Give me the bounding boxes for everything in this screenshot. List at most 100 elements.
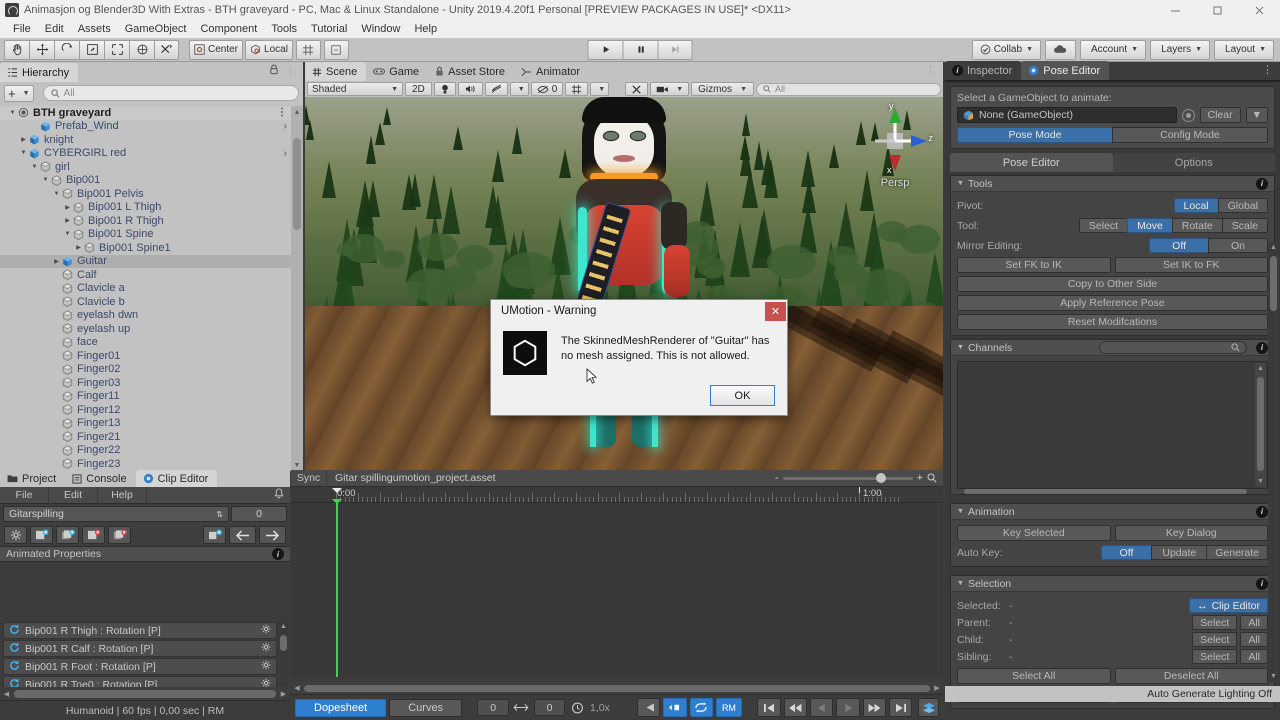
cloud-icon[interactable] (1045, 39, 1076, 60)
hierarchy-item-bip001-spine1[interactable]: ▶ Bip001 Spine1 (0, 241, 303, 255)
new-clip-icon[interactable] (203, 526, 226, 544)
chevron-down-icon[interactable]: ▼ (19, 150, 28, 156)
rect-tool[interactable] (104, 39, 129, 60)
minimize-icon[interactable] (1154, 0, 1196, 20)
scroll-up-icon[interactable]: ▲ (278, 621, 289, 632)
bell-icon[interactable] (268, 488, 290, 502)
select-all-button[interactable]: Select All (957, 668, 1111, 684)
kebab-icon[interactable]: ⋮ (285, 63, 296, 82)
menu-edit[interactable]: Edit (38, 20, 71, 38)
tab-animator[interactable]: Animator (514, 62, 590, 81)
hierarchy-item-guitar[interactable]: ▶ Guitar (0, 254, 303, 268)
channels-hscroll-thumb[interactable] (964, 489, 1247, 494)
hierarchy-tree[interactable]: ▼ BTH graveyard ⋮ Prefab_Wind › ▶ knight ▼ CYBER… (0, 106, 303, 471)
selection-section-header[interactable]: ▼ Selection i (951, 576, 1274, 592)
chevron-right-icon[interactable]: ▶ (63, 217, 72, 224)
hierarchy-item-cybergirl-red[interactable]: ▼ CYBERGIRL red › (0, 147, 303, 161)
range-field[interactable]: 0 (533, 699, 566, 716)
pivot-local-button[interactable]: Local (1173, 198, 1218, 213)
tab-scene[interactable]: Scene (305, 62, 367, 81)
chevron-down-icon[interactable]: ▼ (52, 191, 61, 197)
scale-tool[interactable] (79, 39, 104, 60)
next-arrow-icon[interactable] (259, 526, 286, 544)
parent-all-button[interactable]: All (1240, 615, 1268, 630)
hierarchy-item-bip001-pelvis[interactable]: ▼ Bip001 Pelvis (0, 187, 303, 201)
prefab-open-icon[interactable]: › (284, 121, 287, 132)
chevron-right-icon[interactable]: ▶ (52, 258, 61, 265)
bulb-icon[interactable] (433, 82, 456, 96)
layers-icon[interactable] (918, 698, 940, 717)
property-settings-icon[interactable] (261, 642, 271, 655)
grid-icon[interactable] (565, 82, 589, 96)
root-motion-icon[interactable]: RM (715, 698, 743, 717)
timeline-ruler[interactable]: 0:00 1:00 (291, 487, 943, 503)
menu-tools[interactable]: Tools (264, 20, 304, 38)
property-settings-icon[interactable] (261, 624, 271, 637)
pose-editor-scrollbar[interactable]: ▲ ▼ (1268, 242, 1278, 682)
layers-button[interactable]: Layers ▼ (1150, 39, 1211, 60)
set-ik-to-fk-button[interactable]: Set IK to FK (1114, 257, 1268, 273)
info-icon[interactable]: i (272, 548, 284, 560)
animation-section-header[interactable]: ▼ Animation i (951, 504, 1274, 520)
info-icon[interactable]: i (1256, 177, 1268, 190)
collab-button[interactable]: Collab ▼ (971, 39, 1041, 60)
key-dialog-button[interactable]: Key Dialog (1114, 525, 1268, 541)
playhead-handle[interactable] (330, 487, 344, 505)
gizmos-button[interactable]: Gizmos ▼ (691, 82, 754, 96)
inspector-kebab-icon[interactable]: ⋮ (1255, 61, 1280, 80)
hierarchy-item-prefab-wind[interactable]: Prefab_Wind › (0, 120, 303, 134)
pause-icon[interactable] (622, 39, 658, 60)
skip-start-icon[interactable] (757, 698, 781, 717)
config-mode-button[interactable]: Config Mode (1112, 127, 1268, 143)
auto-key-update-button[interactable]: Update (1151, 545, 1207, 560)
grid-snap-icon[interactable] (295, 39, 321, 60)
custom-editor-tool[interactable] (154, 39, 179, 60)
zoom-slider[interactable] (782, 472, 913, 483)
lock-icon[interactable] (269, 63, 279, 82)
chevron-down-icon[interactable]: ▼ (1245, 107, 1268, 123)
scene-kebab-icon[interactable]: ⋮ (277, 107, 287, 118)
tab-asset-store[interactable]: Asset Store (428, 62, 515, 81)
hierarchy-item-eyelash-dwn[interactable]: eyelash dwn (0, 309, 303, 323)
tab-console[interactable]: Console (65, 470, 136, 487)
add-clip-icon[interactable] (30, 526, 53, 544)
scene-view-gizmo[interactable]: y z x Persp (857, 101, 933, 189)
grid-dropdown-icon[interactable]: ▼ (590, 82, 610, 96)
dopesheet-grid[interactable] (291, 503, 943, 677)
sync-button[interactable]: Sync (291, 469, 327, 487)
hierarchy-add-button[interactable]: + ▼ (4, 84, 34, 102)
hierarchy-item-finger12[interactable]: Finger12 (0, 403, 303, 417)
rotate-tool[interactable] (54, 39, 79, 60)
play-icon[interactable] (587, 39, 623, 60)
loop-icon[interactable] (689, 698, 713, 717)
properties-hscroll-thumb[interactable] (14, 689, 276, 698)
hierarchy-item-finger02[interactable]: Finger02 (0, 363, 303, 377)
copy-to-other-side-button[interactable]: Copy to Other Side (957, 276, 1268, 292)
prefab-open-icon[interactable]: › (284, 148, 287, 159)
hierarchy-item-face[interactable]: face (0, 336, 303, 350)
chevron-right-icon[interactable]: ▶ (19, 136, 28, 143)
hierarchy-item-knight[interactable]: ▶ knight (0, 133, 303, 147)
child-select-button[interactable]: Select (1192, 632, 1238, 647)
properties-hscrollbar[interactable]: ◀ ▶ (0, 687, 290, 700)
pose-editor-scroll-thumb[interactable] (1269, 256, 1277, 311)
remove-clip-icon[interactable] (82, 526, 105, 544)
speaker-icon[interactable] (457, 82, 483, 96)
hierarchy-item-clavicle-b[interactable]: Clavicle b (0, 295, 303, 309)
close-icon[interactable] (1238, 0, 1280, 20)
scene-search-input[interactable]: All (756, 82, 941, 96)
animated-property-row[interactable]: Bip001 R Thigh : Rotation [P] (3, 622, 277, 639)
object-picker-icon[interactable] (1181, 108, 1195, 122)
clip-editor-button[interactable]: ↔ Clip Editor (1189, 598, 1268, 613)
menu-tutorial[interactable]: Tutorial (304, 20, 354, 38)
scroll-left-icon[interactable]: ◀ (291, 684, 303, 692)
snap-settings-icon[interactable] (323, 39, 349, 60)
tool-rotate-button[interactable]: Rotate (1171, 218, 1222, 233)
pose-mode-button[interactable]: Pose Mode (957, 127, 1112, 143)
key-left-icon[interactable] (636, 698, 661, 717)
rewind-icon[interactable] (783, 698, 808, 717)
hand-tool[interactable] (4, 39, 29, 60)
reset-modifications-button[interactable]: Reset Modifcations (957, 314, 1268, 330)
layout-button[interactable]: Layout ▼ (1214, 39, 1274, 60)
hidden-objects-toggle[interactable]: 0 (530, 82, 564, 96)
